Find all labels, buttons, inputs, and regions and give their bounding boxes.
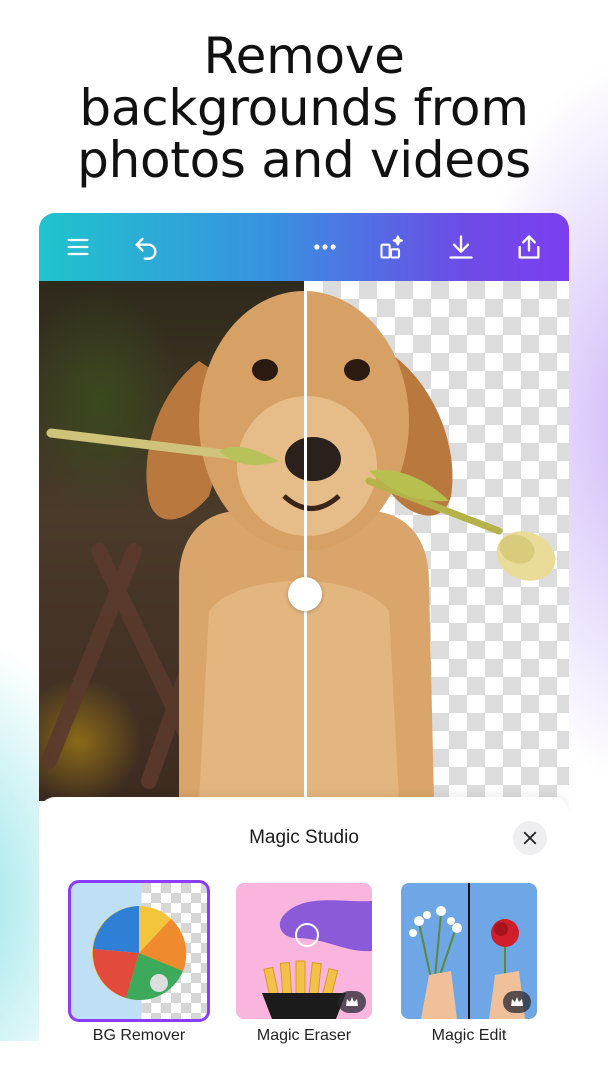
bg-remover-thumbnail[interactable] [68,880,210,1022]
download-icon[interactable] [445,231,477,263]
close-button[interactable] [513,821,547,855]
headline-line-2: backgrounds from [79,79,529,137]
headline-line-3: photos and videos [77,131,531,189]
tool-label: BG Remover [92,1027,186,1044]
undo-icon[interactable] [130,231,162,263]
magic-studio-sheet: Magic Studio BG Remover Magic Eraser Mag… [39,797,569,1073]
headline-line-1: Remove [203,27,405,85]
magic-edit-thumbnail[interactable] [401,883,537,1019]
tool-magic-eraser[interactable]: Magic Eraser [236,883,372,1044]
editor-toolbar [39,213,569,281]
headline: Remove backgrounds from photos and video… [0,30,608,186]
comparison-divider [304,281,307,801]
image-canvas[interactable] [39,281,569,801]
magic-resize-icon[interactable] [376,231,408,263]
beach-ball-image [92,906,187,1001]
tool-bg-remover[interactable]: BG Remover [68,880,210,1044]
tool-label: Magic Edit [431,1027,507,1044]
sheet-title: Magic Studio [249,827,359,848]
premium-crown-icon [338,991,366,1013]
menu-icon[interactable] [62,231,94,263]
premium-crown-icon [503,991,531,1013]
close-icon [523,831,537,845]
magic-eraser-thumbnail[interactable] [236,883,372,1019]
comparison-slider-handle[interactable] [288,577,322,611]
more-icon[interactable] [309,231,341,263]
tool-magic-edit[interactable]: Magic Edit [401,883,537,1044]
share-icon[interactable] [513,231,545,263]
editor-screen: Magic Studio BG Remover Magic Eraser Mag… [39,213,569,1073]
tool-label: Magic Eraser [256,1027,352,1044]
